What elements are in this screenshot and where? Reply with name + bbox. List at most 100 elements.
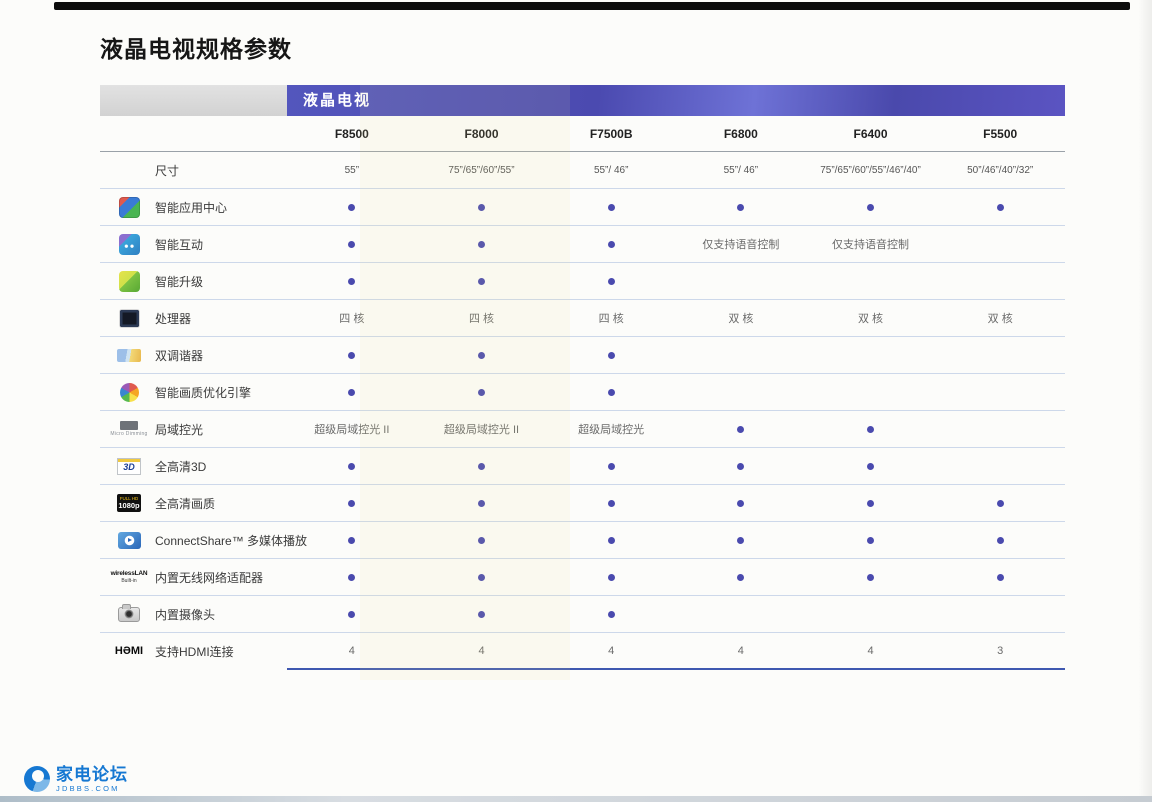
feature-dot [608, 574, 615, 581]
model-header-row: F8500F8000F7500BF6800F6400F5500 [100, 116, 1065, 152]
feature-dot [997, 204, 1004, 211]
spec-cell: 四 核 [287, 310, 417, 326]
row-icon-box: wirelessLANBuilt-in [108, 570, 150, 584]
row-label-area: 智能升级 [100, 263, 287, 299]
feature-dot [608, 537, 615, 544]
feature-dot [348, 500, 355, 507]
row-label: 尺寸 [155, 162, 179, 179]
row-icon-box [108, 383, 150, 402]
spec-cell [417, 608, 547, 620]
row-icon-box [108, 310, 150, 327]
spec-cell: 3 [935, 645, 1065, 657]
row-label-area: 智能互动 [100, 226, 287, 262]
spec-cell: 仅支持语音控制 [806, 236, 936, 252]
row-label-area: 处理器 [100, 300, 287, 336]
feature-dot [478, 574, 485, 581]
spec-cell [546, 608, 676, 620]
spec-cell [417, 275, 547, 287]
spec-cell [806, 201, 936, 213]
scan-top-edge [54, 2, 1130, 10]
spec-cell [935, 534, 1065, 546]
spec-cell: 双 核 [935, 310, 1065, 326]
feature-dot [867, 500, 874, 507]
spec-row: 内置摄像头 [100, 596, 1065, 633]
row-cells [287, 596, 1065, 632]
spec-cell: 超级局域控光 II [417, 421, 547, 437]
row-label-area: 智能画质优化引擎 [100, 374, 287, 410]
spec-table: 液晶电视 F8500F8000F7500BF6800F6400F5500 尺寸5… [100, 85, 1065, 670]
icon-caption: 1080p [118, 502, 139, 510]
spec-cell: 4 [806, 645, 936, 657]
spec-cell [417, 238, 547, 250]
spec-row: 智能互动仅支持语音控制仅支持语音控制 [100, 226, 1065, 263]
row-label: 全高清3D [155, 458, 206, 475]
row-icon-box: FULL HD1080p [108, 494, 150, 512]
row-icon-box [108, 349, 150, 362]
spec-cell [546, 386, 676, 398]
row-cells [287, 448, 1065, 484]
row-label-area: wirelessLANBuilt-in内置无线网络适配器 [100, 559, 287, 595]
fullhd-3d-icon: 3D [117, 458, 141, 475]
row-label-area: 尺寸 [100, 152, 287, 188]
spec-cell: 55”/ 46” [546, 165, 676, 176]
feature-dot [348, 352, 355, 359]
row-label-area: HƏMI支持HDMI连接 [100, 633, 287, 670]
row-label: 处理器 [155, 310, 191, 327]
row-label-area: FULL HD1080p全高清画质 [100, 485, 287, 521]
spec-cell: 4 [676, 645, 806, 657]
micro-dimming-icon: Micro Dimming [110, 421, 147, 437]
spec-cell [546, 460, 676, 472]
wireless-lan-icon: wirelessLANBuilt-in [111, 570, 148, 584]
feature-dot [348, 574, 355, 581]
scanned-spec-page: 液晶电视规格参数 液晶电视 F8500F8000F7500BF6800F6400… [0, 0, 1152, 802]
spec-cell [287, 497, 417, 509]
connectshare-icon [118, 532, 141, 549]
spec-cell [676, 571, 806, 583]
feature-dot [348, 537, 355, 544]
feature-dot [608, 463, 615, 470]
feature-dot [348, 278, 355, 285]
feature-dot [737, 500, 744, 507]
spec-cell [417, 349, 547, 361]
spec-cell [806, 423, 936, 435]
row-label-area: ConnectShare™ 多媒体播放 [100, 522, 287, 558]
feature-dot [867, 537, 874, 544]
feature-dot [737, 204, 744, 211]
row-label: 局域控光 [155, 421, 203, 438]
feature-dot [478, 389, 485, 396]
row-label-area: 3D 全高清3D [100, 448, 287, 484]
model-name: F5500 [935, 127, 1065, 141]
model-name: F8000 [417, 127, 547, 141]
spec-cell [676, 497, 806, 509]
feature-dot [348, 389, 355, 396]
spec-cell: 4 [546, 645, 676, 657]
row-icon-box [108, 234, 150, 255]
feature-dot [608, 389, 615, 396]
row-cells [287, 263, 1065, 299]
model-name: F7500B [546, 127, 676, 141]
spec-cell [806, 534, 936, 546]
spec-cell [935, 201, 1065, 213]
scan-right-edge [1138, 0, 1152, 802]
spec-cell [546, 571, 676, 583]
feature-dot [348, 204, 355, 211]
row-label: 智能应用中心 [155, 199, 227, 216]
spec-row: Micro Dimming 局域控光 超级局域控光 II超级局域控光 II超级局域控… [100, 411, 1065, 448]
spec-cell [676, 201, 806, 213]
spec-row: 智能升级 [100, 263, 1065, 300]
site-logo-text: 家电论坛 JDBBS.COM [56, 766, 128, 793]
spec-cell [287, 534, 417, 546]
model-name: F8500 [287, 127, 417, 141]
page-title: 液晶电视规格参数 [100, 30, 292, 64]
table-header-gray-cell [100, 85, 287, 116]
feature-dot [867, 574, 874, 581]
spec-cell: 75”/65”/60”/55” [417, 165, 547, 176]
feature-dot [348, 463, 355, 470]
spec-cell [417, 571, 547, 583]
row-cells: 超级局域控光 II超级局域控光 II超级局域控光 [287, 411, 1065, 447]
feature-dot [867, 426, 874, 433]
smart-hub-icon [119, 197, 140, 218]
row-cells: 55”75”/65”/60”/55”55”/ 46”55”/ 46”75”/65… [287, 152, 1065, 188]
feature-dot [608, 611, 615, 618]
feature-dot [348, 611, 355, 618]
